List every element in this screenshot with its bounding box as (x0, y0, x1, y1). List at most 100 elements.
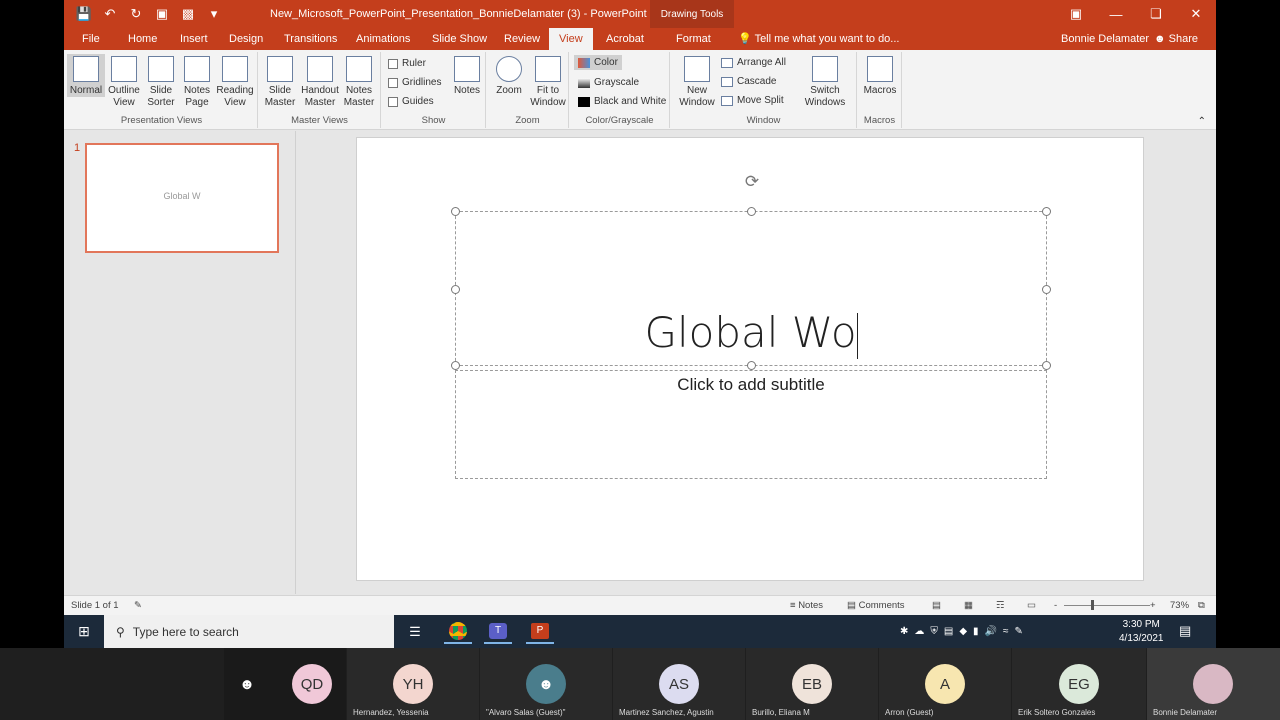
participant-tile[interactable]: A Arron (Guest) (879, 648, 1011, 720)
teams-icon[interactable]: T (484, 619, 512, 644)
tell-me-search[interactable]: 💡 Tell me what you want to do... (738, 28, 899, 50)
undo-icon[interactable]: ↶ (100, 4, 120, 24)
spellcheck-icon[interactable]: ✎ (134, 600, 142, 611)
notes-toggle[interactable]: ≡ Notes (790, 600, 823, 611)
ribbon-display-options-icon[interactable]: ▣ (1056, 0, 1096, 28)
arrange-all-button[interactable]: Arrange All (721, 57, 786, 68)
close-button[interactable]: ✕ (1176, 0, 1216, 28)
participant-tile[interactable]: ☻ "Alvaro Salas (Guest)" (480, 648, 612, 720)
color-button[interactable]: Color (574, 55, 622, 70)
zoom-button[interactable]: Zoom (490, 54, 528, 97)
network-icon[interactable]: ▤ (944, 626, 953, 637)
participant-tile[interactable]: ☻ QD (224, 648, 346, 720)
zoom-level[interactable]: 73% (1170, 600, 1189, 611)
resize-handle[interactable] (1042, 285, 1051, 294)
battery-icon[interactable]: ▮ (973, 626, 979, 637)
task-view-icon[interactable]: ☰ (401, 619, 429, 644)
account-name[interactable]: Bonnie Delamater (1061, 28, 1149, 50)
collapse-ribbon-icon[interactable]: ⌃ (1198, 116, 1206, 127)
resize-handle[interactable] (1042, 207, 1051, 216)
powerpoint-icon[interactable]: P (526, 619, 554, 644)
tab-slide-show[interactable]: Slide Show (422, 28, 497, 50)
participant-tile[interactable]: EB Burillo, Eliana M (746, 648, 878, 720)
normal-view-status-icon[interactable]: ▤ (932, 600, 941, 611)
tab-file[interactable]: File (72, 28, 110, 50)
redo-icon[interactable]: ↻ (126, 4, 146, 24)
taskbar-search[interactable]: ⚲ Type here to search (104, 615, 394, 648)
tab-design[interactable]: Design (219, 28, 273, 50)
bluetooth-icon[interactable]: ✱ (900, 626, 908, 637)
participant-tile[interactable]: EG Erik Soltero Gonzales (1012, 648, 1146, 720)
participant-tile[interactable]: AS Martinez Sanchez, Agustin (613, 648, 745, 720)
tab-transitions[interactable]: Transitions (274, 28, 347, 50)
black-and-white-button[interactable]: Black and White (578, 96, 666, 107)
present-icon[interactable]: ▩ (178, 4, 198, 24)
security-icon[interactable]: ◆ (959, 626, 967, 637)
tab-animations[interactable]: Animations (346, 28, 420, 50)
subtitle-placeholder[interactable]: Click to add subtitle (455, 370, 1047, 479)
customize-qat-icon[interactable]: ▾ (204, 4, 224, 24)
tab-review[interactable]: Review (494, 28, 550, 50)
grayscale-button[interactable]: Grayscale (578, 77, 639, 88)
resize-handle[interactable] (451, 207, 460, 216)
notes-master-button[interactable]: Notes Master (340, 54, 378, 109)
tab-acrobat[interactable]: Acrobat (596, 28, 654, 50)
title-placeholder[interactable]: Global Wo (451, 207, 1051, 370)
chrome-icon[interactable] (444, 619, 472, 644)
move-split-button[interactable]: Move Split (721, 95, 784, 106)
rotate-handle-icon[interactable]: ⟳ (742, 172, 762, 192)
slideshow-status-icon[interactable]: ▭ (1027, 600, 1036, 611)
resize-handle[interactable] (451, 285, 460, 294)
reading-view-button[interactable]: Reading View (215, 54, 255, 109)
resize-handle[interactable] (451, 361, 460, 370)
shield-icon[interactable]: ⛨ (930, 626, 938, 637)
save-icon[interactable]: 💾 (74, 4, 94, 24)
tab-insert[interactable]: Insert (170, 28, 218, 50)
notification-icon[interactable]: ▤ (1179, 623, 1191, 639)
fit-to-window-button[interactable]: Fit to Window (527, 54, 569, 109)
slide-sorter-button[interactable]: Slide Sorter (142, 54, 180, 109)
notes-page-button[interactable]: Notes Page (178, 54, 216, 109)
notes-button[interactable]: Notes (448, 54, 486, 97)
title-text[interactable]: Global Wo (456, 308, 1046, 359)
tab-home[interactable]: Home (118, 28, 167, 50)
outline-view-button[interactable]: Outline View (105, 54, 143, 109)
windows-start-icon[interactable]: ⊞ (64, 615, 104, 648)
participant-tile[interactable]: YH Hernandez, Yessenia (347, 648, 479, 720)
reading-view-status-icon[interactable]: ☶ (996, 600, 1005, 611)
slide-sorter-status-icon[interactable]: ▦ (964, 600, 973, 611)
switch-windows-button[interactable]: Switch Windows (801, 54, 849, 109)
pen-icon[interactable]: ✎ (1015, 626, 1023, 637)
tab-format[interactable]: Format (666, 28, 721, 50)
minimize-button[interactable]: — (1096, 0, 1136, 28)
handout-master-button[interactable]: Handout Master (299, 54, 341, 109)
slide-thumbnail[interactable]: Global W (85, 143, 279, 253)
new-window-button[interactable]: New Window (678, 54, 716, 109)
slide-master-button[interactable]: Slide Master (261, 54, 299, 109)
comments-toggle[interactable]: ▤ Comments (847, 600, 905, 611)
zoom-out-button[interactable]: - (1054, 600, 1057, 611)
gridlines-checkbox[interactable]: Gridlines (388, 77, 441, 88)
restore-button[interactable]: ❏ (1136, 0, 1176, 28)
fit-slide-icon[interactable]: ⧉ (1198, 600, 1205, 611)
ruler-checkbox[interactable]: Ruler (388, 58, 426, 69)
resize-handle[interactable] (1042, 361, 1051, 370)
start-from-beginning-icon[interactable]: ▣ (152, 4, 172, 24)
zoom-slider-thumb[interactable] (1091, 600, 1094, 610)
wifi-icon[interactable]: ≈ (1003, 626, 1009, 637)
slide-canvas[interactable]: ⟳ Global Wo Click to add subtitle (356, 137, 1144, 581)
zoom-slider-track[interactable] (1064, 605, 1150, 606)
participant-tile[interactable]: Bonnie Delamater (1147, 648, 1280, 720)
tab-view[interactable]: View (549, 28, 593, 50)
zoom-in-button[interactable]: + (1150, 600, 1156, 611)
guides-checkbox[interactable]: Guides (388, 96, 434, 107)
share-button[interactable]: ☻ Share (1154, 28, 1198, 50)
cloud-icon[interactable]: ☁ (914, 626, 924, 637)
resize-handle[interactable] (747, 361, 756, 370)
taskbar-clock[interactable]: 3:30 PM 4/13/2021 (1119, 618, 1164, 646)
macros-button[interactable]: Macros (861, 54, 899, 97)
normal-view-button[interactable]: Normal (67, 54, 105, 97)
resize-handle[interactable] (747, 207, 756, 216)
cascade-button[interactable]: Cascade (721, 76, 776, 87)
volume-icon[interactable]: 🔊 (985, 626, 997, 637)
